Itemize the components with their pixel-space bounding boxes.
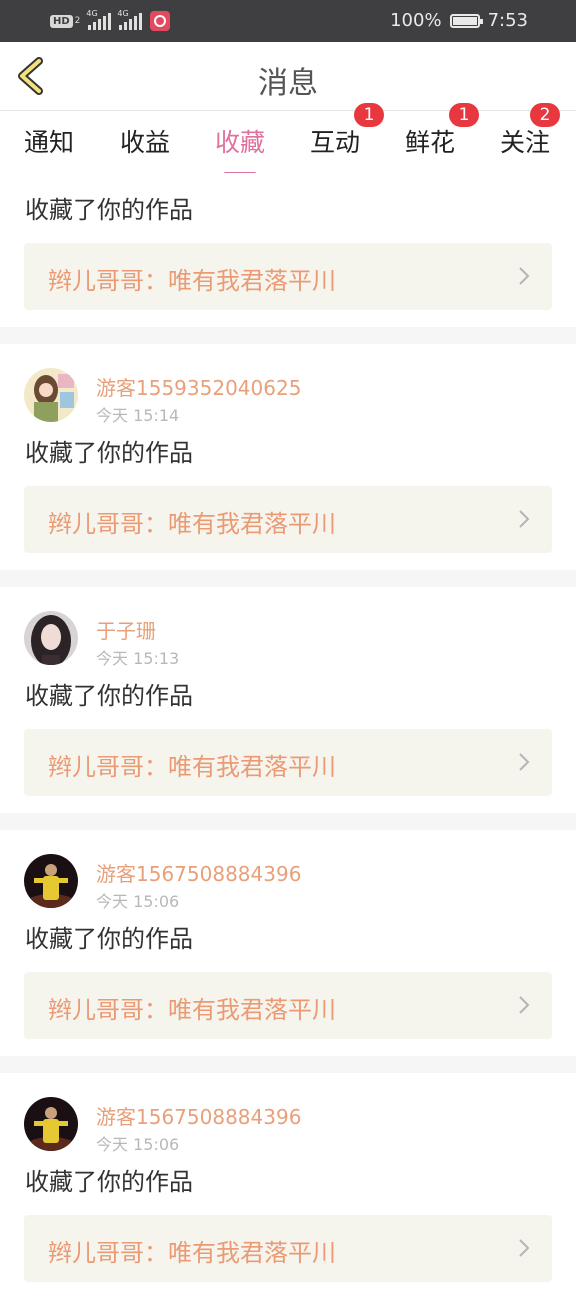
divider bbox=[0, 570, 576, 587]
tab-label: 收益 bbox=[120, 128, 171, 157]
tab-label: 鲜花 bbox=[405, 128, 456, 157]
work-title: 辫儿哥哥：唯有我君落平川 bbox=[48, 753, 336, 781]
chevron-right-icon bbox=[519, 1239, 530, 1257]
page-title: 消息 bbox=[258, 66, 318, 101]
tab-bar: 通知 收益 收藏 互动 1 鲜花 1 关注 2 bbox=[0, 103, 576, 175]
work-link[interactable]: 辫儿哥哥：唯有我君落平川 bbox=[24, 1215, 552, 1282]
work-link[interactable]: 辫儿哥哥：唯有我君落平川 bbox=[24, 729, 552, 796]
tab-label: 通知 bbox=[24, 128, 75, 157]
message-card: 游客1567508884396 今天 15:06 收藏了你的作品 辫儿哥哥：唯有… bbox=[0, 830, 576, 1056]
network-type-label: 4G bbox=[86, 9, 98, 18]
status-bar: HD 2 4G 4G 100% 7:53 bbox=[0, 0, 576, 42]
message-action-text: 收藏了你的作品 bbox=[25, 1168, 193, 1196]
timestamp: 今天 15:06 bbox=[96, 892, 180, 911]
tab-notifications[interactable]: 通知 bbox=[24, 123, 74, 159]
message-feed[interactable]: 收藏了你的作品 辫儿哥哥：唯有我君落平川 游客1559352040625 今天 … bbox=[0, 173, 576, 1299]
work-title: 辫儿哥哥：唯有我君落平川 bbox=[48, 510, 336, 538]
chevron-right-icon bbox=[519, 996, 530, 1014]
tab-interactions[interactable]: 互动 1 bbox=[310, 103, 385, 159]
tab-label: 收藏 bbox=[215, 128, 266, 157]
work-link[interactable]: 辫儿哥哥：唯有我君落平川 bbox=[24, 243, 552, 310]
tab-flowers[interactable]: 鲜花 1 bbox=[405, 103, 480, 159]
signal-icon: 4G bbox=[86, 9, 112, 30]
message-action-text: 收藏了你的作品 bbox=[25, 925, 193, 953]
battery-icon bbox=[449, 13, 483, 28]
username[interactable]: 游客1567508884396 bbox=[96, 1101, 301, 1130]
tab-label: 互动 bbox=[310, 128, 361, 157]
unread-badge: 2 bbox=[530, 103, 561, 127]
chevron-right-icon bbox=[519, 510, 530, 528]
work-link[interactable]: 辫儿哥哥：唯有我君落平川 bbox=[24, 972, 552, 1039]
tab-earnings[interactable]: 收益 bbox=[120, 123, 170, 159]
work-link[interactable]: 辫儿哥哥：唯有我君落平川 bbox=[24, 486, 552, 553]
message-card: 游客1559352040625 今天 15:14 收藏了你的作品 辫儿哥哥：唯有… bbox=[0, 344, 576, 570]
work-title: 辫儿哥哥：唯有我君落平川 bbox=[48, 1239, 336, 1267]
tab-favorites[interactable]: 收藏 bbox=[215, 123, 266, 175]
avatar[interactable] bbox=[24, 1097, 78, 1151]
chevron-right-icon bbox=[519, 267, 530, 285]
message-card: 游客1567508884396 今天 15:06 收藏了你的作品 辫儿哥哥：唯有… bbox=[0, 1073, 576, 1299]
work-title: 辫儿哥哥：唯有我君落平川 bbox=[48, 267, 336, 295]
hd-sim-index: 2 bbox=[74, 16, 81, 26]
tab-label: 关注 bbox=[500, 128, 551, 157]
user-row[interactable]: 游客1559352040625 今天 15:14 bbox=[0, 344, 576, 436]
message-action-text: 收藏了你的作品 bbox=[25, 682, 193, 710]
status-icons-left: HD 2 4G 4G bbox=[50, 9, 171, 31]
message-card: 于子珊 今天 15:13 收藏了你的作品 辫儿哥哥：唯有我君落平川 bbox=[0, 587, 576, 813]
message-action-text: 收藏了你的作品 bbox=[25, 196, 193, 224]
status-icons-right: 100% 7:53 bbox=[390, 10, 528, 31]
username[interactable]: 游客1567508884396 bbox=[96, 858, 301, 887]
divider bbox=[0, 327, 576, 344]
unread-badge: 1 bbox=[354, 103, 385, 127]
username[interactable]: 于子珊 bbox=[96, 615, 156, 644]
network-type-label-2: 4G bbox=[117, 9, 129, 18]
unread-badge: 1 bbox=[449, 103, 480, 127]
user-row[interactable]: 于子珊 今天 15:13 bbox=[0, 587, 576, 679]
username[interactable]: 游客1559352040625 bbox=[96, 372, 301, 401]
chevron-right-icon bbox=[519, 753, 530, 771]
divider bbox=[0, 813, 576, 830]
divider bbox=[0, 1056, 576, 1073]
app-header: 消息 bbox=[0, 42, 576, 111]
hd-voice-icon: HD bbox=[50, 14, 73, 28]
avatar[interactable] bbox=[24, 611, 78, 665]
user-row[interactable]: 游客1567508884396 今天 15:06 bbox=[0, 830, 576, 922]
tab-follows[interactable]: 关注 2 bbox=[500, 103, 561, 159]
signal-icon-2: 4G bbox=[117, 9, 143, 30]
user-row[interactable]: 游客1567508884396 今天 15:06 bbox=[0, 1073, 576, 1165]
battery-percent: 100% bbox=[390, 10, 442, 31]
app-notification-icon bbox=[150, 11, 171, 31]
avatar[interactable] bbox=[24, 368, 78, 422]
work-title: 辫儿哥哥：唯有我君落平川 bbox=[48, 996, 336, 1024]
timestamp: 今天 15:13 bbox=[96, 649, 180, 668]
timestamp: 今天 15:14 bbox=[96, 406, 180, 425]
avatar[interactable] bbox=[24, 854, 78, 908]
message-card: 收藏了你的作品 辫儿哥哥：唯有我君落平川 bbox=[0, 173, 576, 327]
message-action-text: 收藏了你的作品 bbox=[25, 439, 193, 467]
timestamp: 今天 15:06 bbox=[96, 1135, 180, 1154]
clock: 7:53 bbox=[487, 10, 528, 31]
